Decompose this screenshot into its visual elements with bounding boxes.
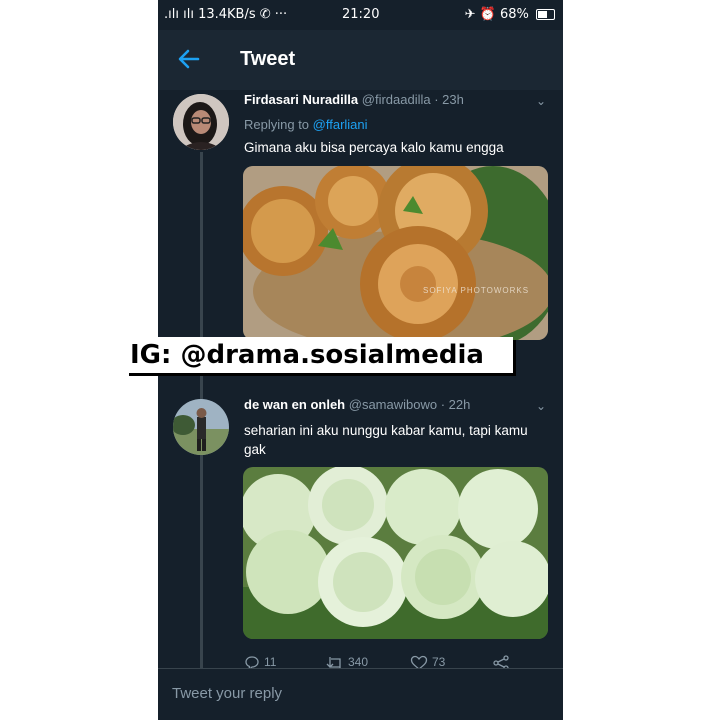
status-left: .ılı ılı 13.4KB/s ✆ ··· <box>164 7 287 22</box>
chevron-down-icon[interactable]: ⌄ <box>536 94 546 108</box>
author-handle: @samawibowo · 22h <box>348 397 471 412</box>
replying-to-link[interactable]: @ffarliani <box>313 117 368 132</box>
avatar-firdasari[interactable] <box>173 94 229 150</box>
status-bar: .ılı ılı 13.4KB/s ✆ ··· 21:20 ✈ ⏰ 68% <box>158 0 563 30</box>
tweet-text: Gimana aku bisa percaya kalo kamu engga <box>244 140 504 155</box>
whatsapp-icon: ✆ ··· <box>259 7 288 22</box>
status-right: ✈ ⏰ 68% <box>465 7 555 22</box>
back-arrow-icon[interactable] <box>176 46 206 76</box>
alarm-icon: ⏰ <box>479 7 496 22</box>
replying-to: Replying to @ffarliani <box>244 117 368 132</box>
tweet-photo-klepon[interactable] <box>243 467 548 639</box>
battery-percent: 68% <box>499 7 529 22</box>
reply-composer: Tweet your reply <box>158 668 563 720</box>
tweet-author[interactable]: Firdasari Nuradilla @firdaadilla · 23h <box>244 92 464 107</box>
avatar-dewan[interactable] <box>173 399 229 455</box>
reply-input[interactable]: Tweet your reply <box>172 685 547 707</box>
author-name: de wan en onleh <box>244 397 346 412</box>
mute-icon: ✈ <box>464 7 476 22</box>
tweet-text: seharian ini aku nunggu kabar kamu, tapi… <box>244 423 528 457</box>
replying-to-label: Replying to <box>244 117 313 132</box>
author-handle: @firdaadilla · 23h <box>361 92 464 107</box>
clock: 21:20 <box>342 7 380 22</box>
chevron-down-icon[interactable]: ⌄ <box>536 399 546 413</box>
tweet-author[interactable]: de wan en onleh @samawibowo · 22h <box>244 397 470 412</box>
photo-watermark: SOFIYA PHOTOWORKS <box>423 286 530 295</box>
page-title: Tweet <box>240 48 296 70</box>
battery-icon <box>536 9 555 20</box>
author-name: Firdasari Nuradilla <box>244 92 359 107</box>
instagram-watermark: IG: @drama.sosialmedia <box>126 337 513 373</box>
network-speed: .ılı ılı 13.4KB/s <box>164 7 256 22</box>
app-header: Tweet <box>158 30 563 90</box>
tweet-photo-kue[interactable]: SOFIYA PHOTOWORKS <box>243 166 548 340</box>
